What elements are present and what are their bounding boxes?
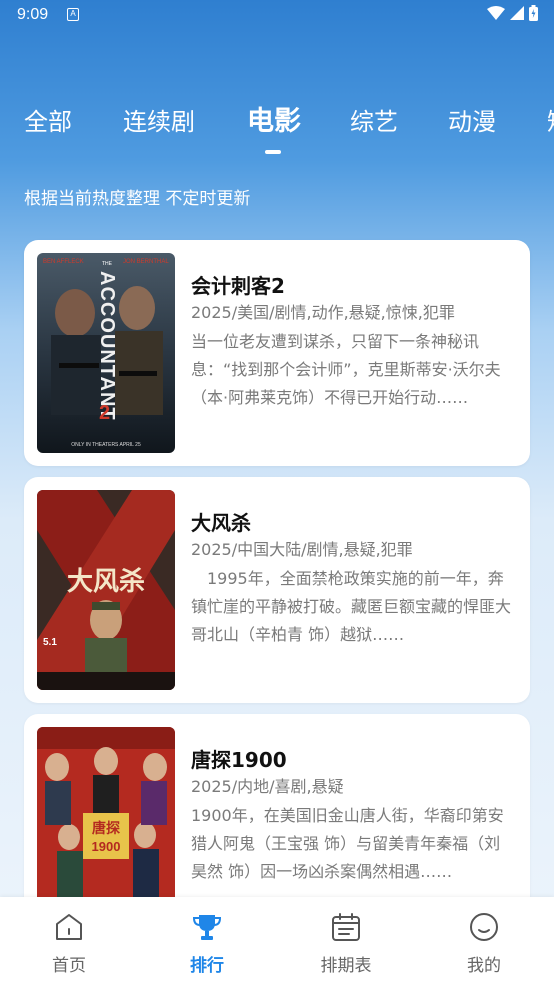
status-icons — [487, 5, 538, 21]
svg-text:JON BERNTHAL: JON BERNTHAL — [123, 259, 169, 265]
tab-series[interactable]: 连续剧 — [123, 102, 195, 137]
smile-icon — [470, 913, 498, 941]
ranking-subtitle: 根据当前热度整理 不定时更新 — [24, 189, 251, 209]
tab-indicator — [265, 150, 281, 154]
tab-movie[interactable]: 电影 — [247, 99, 301, 138]
signal-icon — [510, 6, 524, 20]
wifi-icon — [487, 6, 505, 20]
movie-description: 1995年，全面禁枪政策实施的前一年，奔镇忙崖的平静被打破。藏匿巨额宝藏的悍匪大… — [191, 569, 512, 644]
tab-variety[interactable]: 综艺 — [350, 102, 398, 137]
svg-text:1900: 1900 — [92, 839, 121, 854]
movie-card[interactable]: 大风杀 5.1 大风杀 2025/中国大陆/剧情,悬疑,犯罪 1995年，全面禁… — [24, 477, 530, 703]
status-bar: 9:09 A — [0, 0, 554, 30]
svg-text:大风杀: 大风杀 — [67, 566, 145, 597]
nav-home[interactable]: 首页 — [0, 897, 138, 984]
battery-icon — [529, 5, 538, 21]
bottom-nav: 首页 排行 排期表 我的 — [0, 897, 554, 984]
calendar-icon — [332, 913, 360, 941]
movie-title: 唐探1900 — [191, 748, 287, 772]
nav-ranking[interactable]: 排行 — [138, 897, 276, 984]
movie-description: 当一位老友遭到谋杀，只留下一条神秘讯息：“找到那个会计师”，克里斯蒂安·沃尔夫（… — [191, 332, 501, 407]
tab-all[interactable]: 全部 — [24, 102, 72, 137]
nav-schedule-label: 排期表 — [320, 956, 372, 976]
svg-text:ONLY IN THEATERS APRIL 25: ONLY IN THEATERS APRIL 25 — [71, 442, 141, 448]
nav-home-label: 首页 — [52, 956, 86, 976]
nav-profile-label: 我的 — [467, 956, 501, 976]
tab-anime[interactable]: 动漫 — [448, 102, 496, 137]
movie-meta: 2025/内地/喜剧,悬疑 — [191, 777, 344, 796]
svg-text:THE: THE — [102, 261, 113, 267]
svg-text:BEN AFFLECK: BEN AFFLECK — [43, 259, 84, 265]
notification-icon: A — [67, 8, 79, 21]
nav-ranking-label: 排行 — [190, 956, 224, 976]
status-time: 9:09 — [17, 6, 49, 23]
category-tabs: 全部 连续剧 电影 综艺 动漫 短 — [0, 102, 554, 162]
movie-description: 1900年，在美国旧金山唐人街，华裔印第安猎人阿鬼（王宝强 饰）与留美青年秦福（… — [191, 806, 504, 881]
nav-schedule[interactable]: 排期表 — [277, 897, 415, 984]
movie-title: 会计刺客2 — [191, 274, 285, 298]
home-icon — [56, 914, 82, 940]
movie-poster: BEN AFFLECK JON BERNTHAL THE ACCOUNTANT … — [37, 253, 175, 453]
movie-meta: 2025/美国/剧情,动作,悬疑,惊悚,犯罪 — [191, 303, 455, 322]
svg-text:ACCOUNTANT: ACCOUNTANT — [96, 271, 118, 421]
movie-poster: 大风杀 5.1 — [37, 490, 175, 690]
movie-meta: 2025/中国大陆/剧情,悬疑,犯罪 — [191, 540, 413, 559]
svg-text:唐探: 唐探 — [92, 820, 120, 837]
movie-card[interactable]: BEN AFFLECK JON BERNTHAL THE ACCOUNTANT … — [24, 240, 530, 466]
tab-short[interactable]: 短 — [547, 102, 554, 137]
svg-text:5.1: 5.1 — [43, 637, 57, 648]
movie-title: 大风杀 — [191, 511, 251, 535]
svg-text:2: 2 — [99, 402, 110, 424]
nav-profile[interactable]: 我的 — [415, 897, 553, 984]
trophy-icon — [192, 915, 222, 940]
